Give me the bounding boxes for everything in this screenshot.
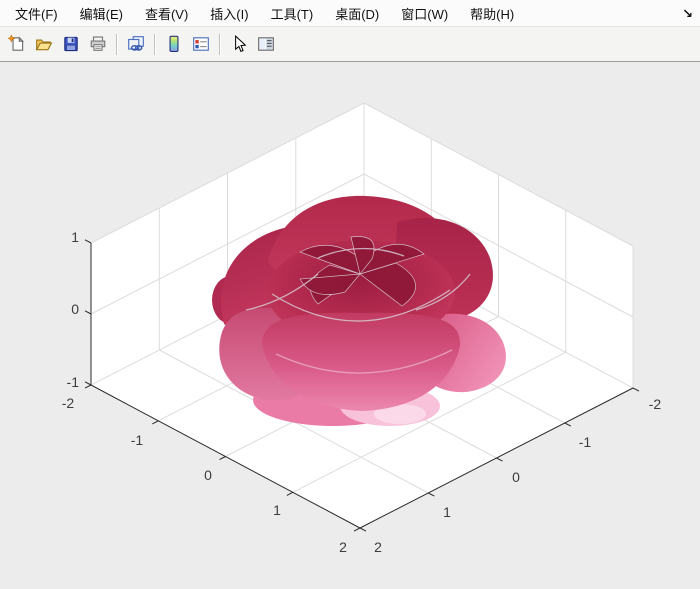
legend-icon (192, 35, 210, 53)
toolbar-separator (154, 34, 155, 55)
z-tick-label: 1 (71, 229, 79, 245)
menu-help[interactable]: 帮助(H) (459, 0, 525, 27)
menu-edit[interactable]: 编辑(E) (69, 0, 134, 27)
link-plot-icon (127, 35, 145, 53)
toolbar-separator (219, 34, 220, 55)
menu-view[interactable]: 查看(V) (134, 0, 199, 27)
menu-window[interactable]: 窗口(W) (390, 0, 459, 27)
print-icon (89, 35, 107, 53)
colorbar-icon (165, 35, 183, 53)
z-tick-label: -1 (67, 374, 80, 390)
x-tick-label: 2 (339, 539, 347, 555)
axes-3d: -2 -1 0 1 2 2 1 0 -1 -2 1 0 -1 (0, 62, 700, 589)
cursor-arrow-icon (230, 35, 248, 53)
menu-bar: 文件(F) 编辑(E) 查看(V) 插入(I) 工具(T) 桌面(D) 窗口(W… (0, 0, 700, 27)
insert-colorbar-button[interactable] (160, 32, 187, 57)
x-tick-label: -2 (62, 395, 75, 411)
figure-toolbar (0, 27, 700, 62)
open-file-button[interactable] (30, 32, 57, 57)
x-tick-label: 0 (204, 467, 212, 483)
dock-figure-icon[interactable]: ↘ (682, 7, 693, 20)
new-figure-icon (8, 35, 26, 53)
menu-file[interactable]: 文件(F) (4, 0, 69, 27)
x-tick-label: 1 (273, 502, 281, 518)
menu-insert[interactable]: 插入(I) (199, 0, 259, 27)
y-tick-label: 0 (512, 469, 520, 485)
edit-plot-button[interactable] (225, 32, 252, 57)
toolbar-separator (116, 34, 117, 55)
plot-browser-button[interactable] (252, 32, 279, 57)
x-tick-label: -1 (131, 432, 144, 448)
matlab-figure-window: 文件(F) 编辑(E) 查看(V) 插入(I) 工具(T) 桌面(D) 窗口(W… (0, 0, 700, 589)
save-figure-button[interactable] (57, 32, 84, 57)
y-tick-label: 1 (443, 504, 451, 520)
menu-desktop[interactable]: 桌面(D) (324, 0, 390, 27)
new-figure-button[interactable] (3, 32, 30, 57)
save-icon (62, 35, 80, 53)
figure-canvas: -2 -1 0 1 2 2 1 0 -1 -2 1 0 -1 (0, 62, 700, 589)
print-figure-button[interactable] (84, 32, 111, 57)
open-folder-icon (35, 35, 53, 53)
insert-legend-button[interactable] (187, 32, 214, 57)
link-plot-button[interactable] (122, 32, 149, 57)
y-tick-label: 2 (374, 539, 382, 555)
plot-browser-icon (257, 35, 275, 53)
z-tick-label: 0 (71, 301, 79, 317)
y-tick-label: -1 (579, 434, 592, 450)
menu-tools[interactable]: 工具(T) (260, 0, 325, 27)
y-tick-label: -2 (649, 396, 662, 412)
